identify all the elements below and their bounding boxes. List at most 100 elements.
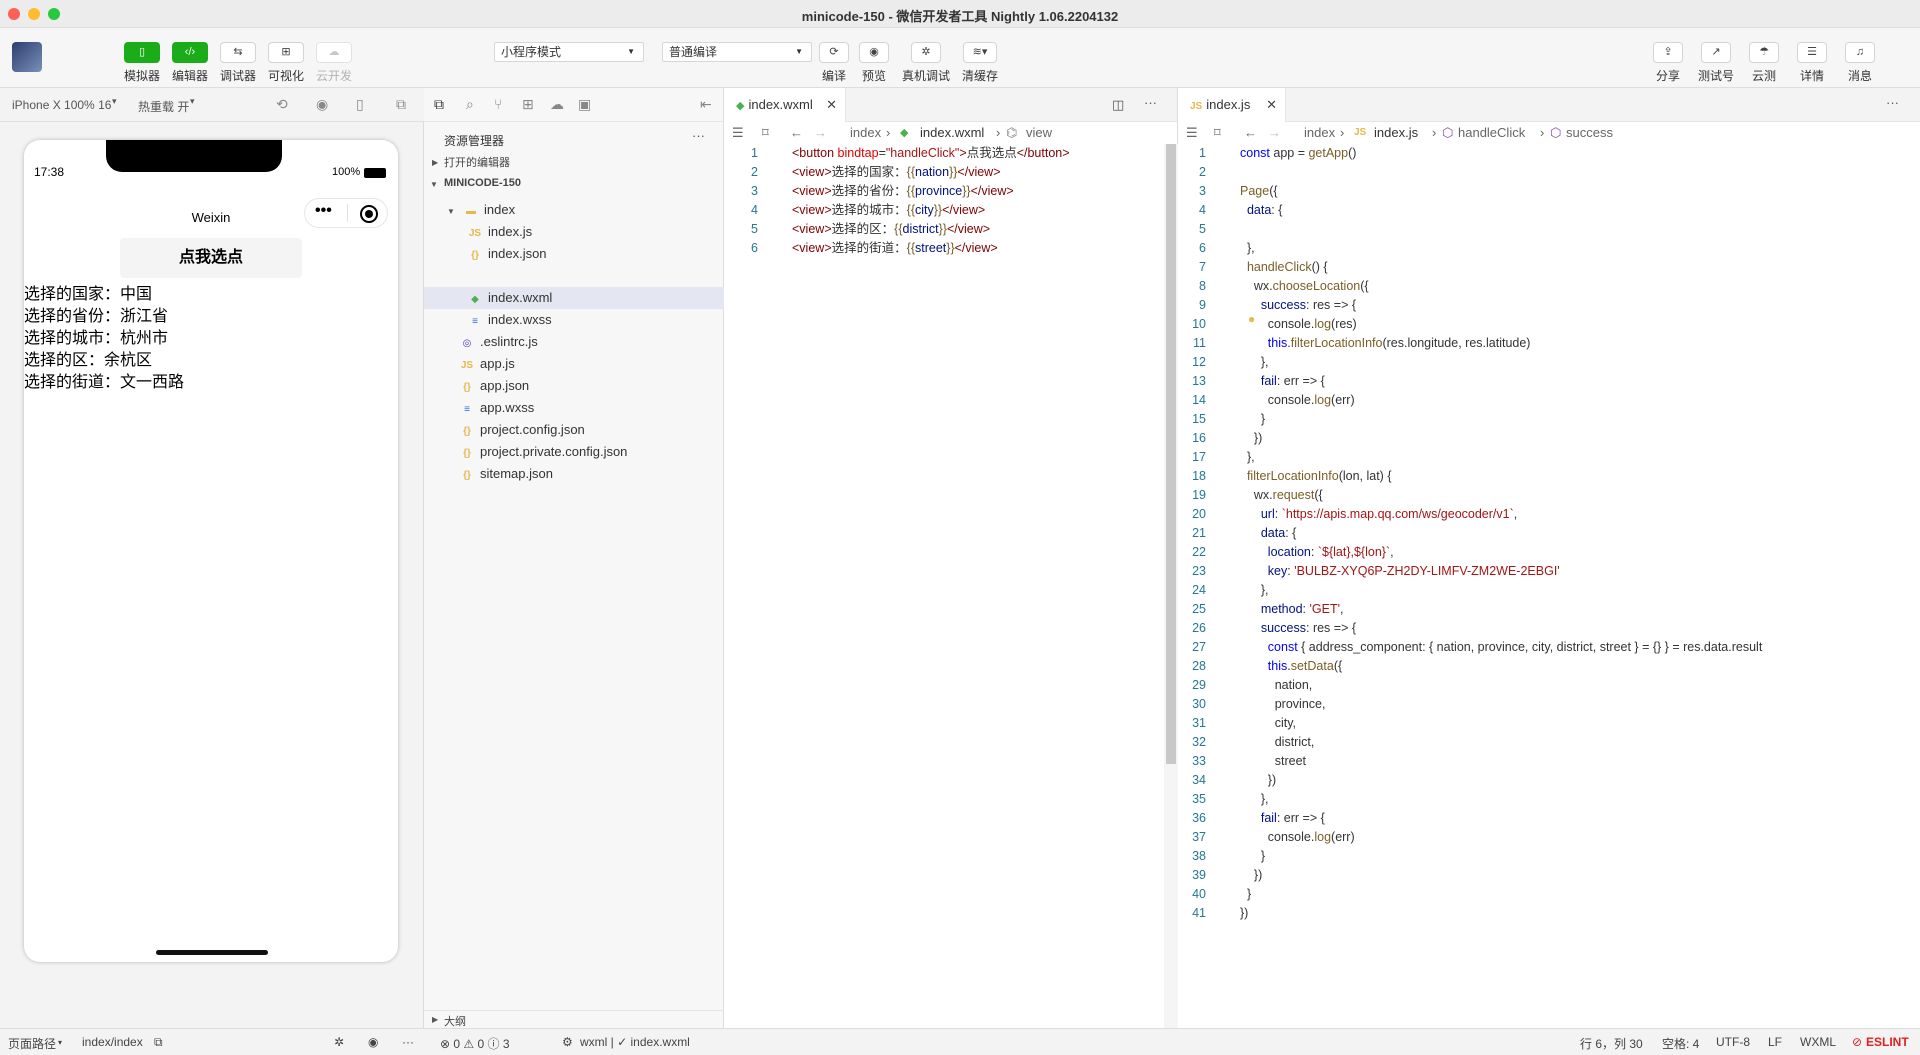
docker-icon[interactable]: ☁ — [550, 96, 564, 113]
project-section[interactable]: MINICODE-150 — [444, 177, 521, 189]
preview-button[interactable]: ◉ 预览 — [854, 42, 894, 88]
bug-icon[interactable]: ✲ — [334, 1035, 344, 1049]
line-number: 41 — [1192, 906, 1206, 920]
file-info[interactable]: wxml | ✓ index.wxml — [580, 1035, 690, 1049]
file-project-config[interactable]: {} project.config.json — [460, 419, 585, 441]
share-button[interactable]: ⇪ 分享 — [1648, 42, 1688, 88]
simulator-toggle-button[interactable]: ▯ 模拟器 — [122, 42, 162, 88]
file-index-json[interactable]: {} index.json — [468, 243, 546, 265]
close-icon[interactable]: ✕ — [1266, 88, 1277, 122]
details-button[interactable]: ☰ 详情 — [1792, 42, 1832, 88]
forward-arrow-icon[interactable]: → — [1268, 122, 1281, 144]
title-bar: minicode-150 - 微信开发者工具 Nightly 1.06.2204… — [0, 0, 1920, 28]
avatar[interactable] — [12, 42, 42, 72]
file-index-js[interactable]: JS index.js — [468, 221, 532, 243]
cursor-position[interactable]: 行 6，列 30 — [1580, 1035, 1643, 1052]
test-account-button[interactable]: ↗ 测试号 — [1696, 42, 1736, 88]
messages-button[interactable]: ♫ 消息 — [1840, 42, 1880, 88]
editor-toggle-button[interactable]: ‹/› 编辑器 — [170, 42, 210, 88]
file-app-json[interactable]: {} app.json — [460, 375, 529, 397]
back-arrow-icon[interactable]: ← — [790, 122, 803, 144]
chevron-down-icon: ▼ — [795, 47, 803, 56]
files-icon[interactable]: ⧉ — [434, 96, 444, 113]
scrollbar[interactable] — [1164, 144, 1178, 1028]
list-icon[interactable]: ☰ — [732, 122, 744, 144]
chevron-right-icon: ▶ — [432, 1015, 439, 1024]
split-editor-icon[interactable]: ◫ — [1112, 97, 1124, 113]
device-icon[interactable]: ▯ — [356, 96, 364, 113]
settings-icon[interactable]: ⚙ — [562, 1035, 573, 1049]
line-number: 4 — [751, 203, 758, 217]
breadcrumb-item[interactable]: index — [1304, 122, 1335, 144]
code-line: filterLocationInfo(lon, lat) { — [1246, 469, 1392, 483]
encoding[interactable]: UTF-8 — [1716, 1035, 1750, 1049]
popout-icon[interactable]: ⧉ — [396, 96, 406, 113]
page-path-select[interactable]: 页面路径 — [8, 1035, 56, 1052]
clear-cache-button[interactable]: ≋▾ 清缓存 — [960, 42, 1000, 88]
stop-icon[interactable]: ◉ — [316, 96, 328, 113]
line-ending[interactable]: LF — [1768, 1035, 1782, 1049]
cloud-dev-button[interactable]: ☁ 云开发 — [314, 42, 354, 88]
more-icon[interactable]: ••• — [315, 202, 332, 220]
wxml-tab-bar: ◆ index.wxml ✕ ◫ ··· — [724, 88, 1177, 122]
debugger-toggle-button[interactable]: ⇆ 调试器 — [218, 42, 258, 88]
file-app-wxss[interactable]: ≡ app.wxss — [460, 397, 534, 419]
language-mode[interactable]: WXML — [1800, 1035, 1836, 1049]
outline-section[interactable]: ▶ 大纲 — [424, 1010, 724, 1028]
line-number: 29 — [1192, 678, 1206, 692]
more-icon[interactable]: ··· — [1144, 95, 1157, 110]
breadcrumb-item[interactable]: view — [1026, 122, 1052, 144]
hot-reload-select[interactable]: 热重载 开 — [138, 98, 189, 115]
breadcrumb-item[interactable]: index — [850, 122, 881, 144]
problems-indicator[interactable]: ⊗ 0 ⚠ 0 ⓘ 3 — [440, 1035, 510, 1052]
git-icon[interactable]: ⑂ — [494, 96, 502, 112]
line-number: 27 — [1192, 640, 1206, 654]
scrollbar-thumb[interactable] — [1166, 144, 1176, 764]
capsule-button[interactable]: ••• — [304, 198, 388, 228]
collapse-panel-icon[interactable]: ⇤ — [700, 96, 712, 113]
open-editors-section[interactable]: 打开的编辑器 — [444, 154, 510, 170]
close-icon[interactable]: ✕ — [826, 88, 837, 122]
breadcrumb-item[interactable]: index.wxml — [920, 122, 984, 144]
extensions-icon[interactable]: ⊞ — [522, 96, 534, 113]
tab-index-wxml[interactable]: ◆ index.wxml ✕ — [724, 88, 846, 122]
list-icon[interactable]: ☰ — [1186, 122, 1198, 144]
compile-select[interactable]: 普通编译 ▼ — [662, 42, 812, 62]
folder-index[interactable]: ▼ ▬ index — [444, 199, 515, 221]
bookmark-icon[interactable]: ⌑ — [1214, 122, 1221, 144]
more-icon[interactable]: ··· — [402, 1035, 414, 1049]
code-line: this.setData({ — [1267, 659, 1343, 673]
file-index-wxml[interactable]: ◆ index.wxml — [468, 287, 552, 309]
device-select[interactable]: iPhone X 100% 16 — [12, 98, 111, 112]
bookmark-icon[interactable]: ⌑ — [762, 122, 769, 144]
more-icon[interactable]: ··· — [1886, 95, 1899, 110]
file-project-private-config[interactable]: {} project.private.config.json — [460, 441, 627, 463]
rotate-icon[interactable]: ⟲ — [276, 96, 288, 113]
code-line: }) — [1240, 868, 1263, 882]
file-index-wxss[interactable]: ≡ index.wxss — [468, 309, 552, 331]
eslint-status[interactable]: ESLINT — [1866, 1035, 1909, 1049]
back-arrow-icon[interactable]: ← — [1244, 122, 1257, 144]
file-app-js[interactable]: JS app.js — [460, 353, 515, 375]
chevron-down-icon: ▼ — [447, 207, 455, 216]
remote-debug-button[interactable]: ✲ 真机调试 — [902, 42, 950, 88]
search-icon[interactable]: ⌕ — [466, 96, 474, 113]
eye-icon[interactable]: ◉ — [368, 1035, 378, 1049]
mode-select[interactable]: 小程序模式 ▼ — [494, 42, 644, 62]
file-sitemap[interactable]: {} sitemap.json — [460, 463, 553, 485]
tab-index-js[interactable]: JS index.js ✕ — [1178, 88, 1286, 122]
lightbulb-icon[interactable]: ● — [1248, 312, 1255, 326]
image-icon[interactable]: ▣ — [578, 96, 591, 113]
breadcrumb-item[interactable]: success — [1566, 122, 1613, 144]
more-icon[interactable]: ··· — [692, 128, 705, 143]
copy-icon[interactable]: ⧉ — [154, 1035, 163, 1050]
visual-toggle-button[interactable]: ⊞ 可视化 — [266, 42, 306, 88]
choose-location-button[interactable]: 点我选点 — [120, 238, 302, 278]
file-eslintrc[interactable]: ◎ .eslintrc.js — [460, 331, 538, 353]
page-path[interactable]: index/index — [82, 1035, 143, 1049]
forward-arrow-icon[interactable]: → — [814, 122, 827, 144]
breadcrumb-item[interactable]: index.js — [1374, 122, 1418, 144]
cloud-test-button[interactable]: ☂ 云测 — [1744, 42, 1784, 88]
breadcrumb-item[interactable]: handleClick — [1458, 122, 1525, 144]
indent-setting[interactable]: 空格: 4 — [1662, 1035, 1699, 1052]
